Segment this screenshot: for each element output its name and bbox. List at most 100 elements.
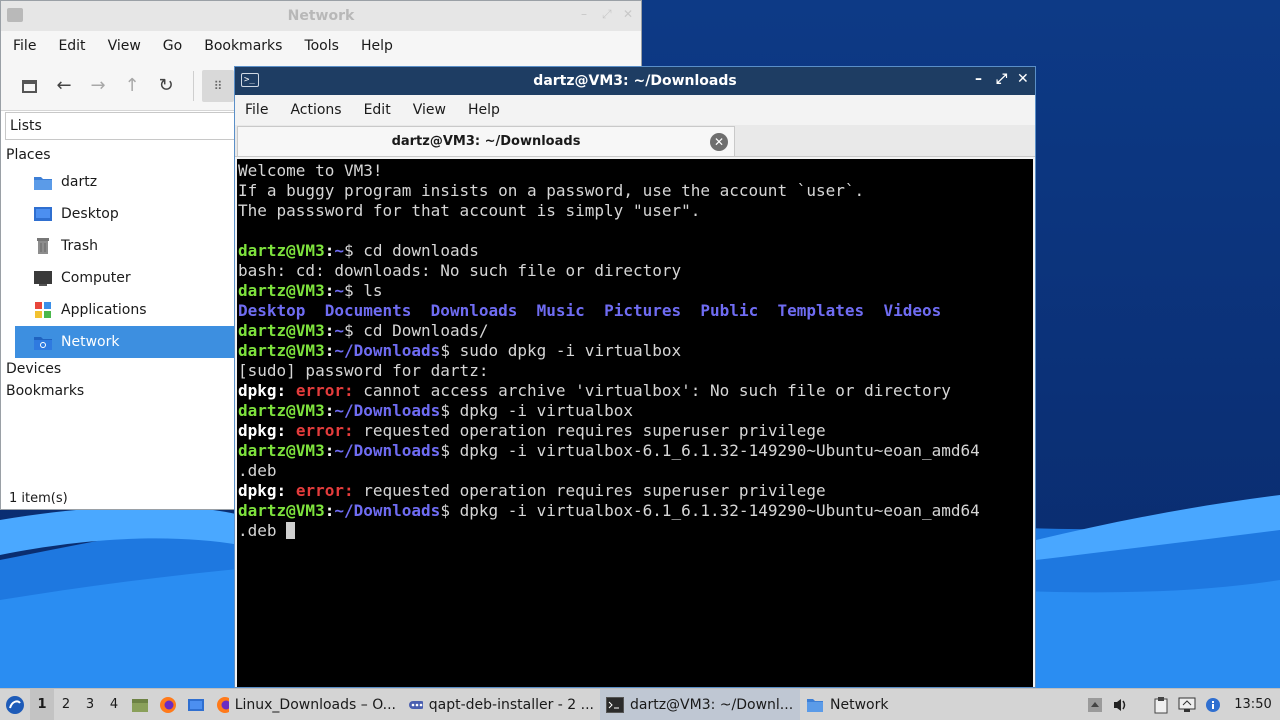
maximize-icon[interactable]: ⤢: [996, 71, 1007, 87]
sidebar-item-applications[interactable]: Applications: [15, 294, 235, 326]
terminal-line: [sudo] password for dartz:: [238, 361, 1033, 381]
close-icon[interactable]: ✕: [1017, 71, 1029, 87]
window-title: Network: [287, 8, 355, 24]
forward-button[interactable]: →: [81, 69, 115, 103]
tray-volume[interactable]: [1108, 689, 1134, 720]
menu-bookmarks[interactable]: Bookmarks: [204, 38, 282, 54]
arrow-left-icon: ←: [56, 75, 72, 96]
sidebar-item-label: Network: [61, 334, 120, 350]
terminal-text: dpkg:: [238, 481, 287, 500]
task-network[interactable]: Network: [800, 689, 910, 720]
volume-icon: [1114, 698, 1126, 711]
terminal-text: :: [324, 501, 335, 520]
terminal-text: dartz@VM3: [238, 501, 325, 520]
firefox-icon: [160, 696, 176, 713]
menu-actions[interactable]: Actions: [290, 102, 341, 118]
task-terminal[interactable]: dartz@VM3: ~/Downl...: [600, 688, 800, 720]
sidebar-item-trash[interactable]: Trash: [15, 230, 235, 262]
maximize-icon[interactable]: ⤢: [602, 7, 612, 22]
desktop-icon: [34, 207, 52, 221]
workspace-4[interactable]: 4: [102, 689, 126, 720]
minimize-icon[interactable]: –: [581, 7, 587, 21]
arrow-up-icon: ↑: [124, 75, 140, 96]
workspace-3[interactable]: 3: [78, 689, 102, 720]
quicklaunch-firefox[interactable]: [154, 689, 182, 720]
tray-spacer: [1134, 689, 1148, 720]
up-button[interactable]: ↑: [115, 69, 149, 103]
menu-help[interactable]: Help: [468, 102, 500, 118]
terminal-cursor: [286, 522, 296, 539]
window-title: dartz@VM3: ~/Downloads: [533, 73, 737, 89]
close-icon[interactable]: ✕: [623, 7, 633, 21]
terminal-text: :: [324, 401, 335, 420]
new-tab-button[interactable]: [13, 69, 47, 103]
sidebar-item-computer[interactable]: Computer: [15, 262, 235, 294]
task-firefox[interactable]: Linux_Downloads – O...: [210, 689, 402, 720]
task-qapt-installer[interactable]: qapt-deb-installer - 2 ...: [402, 689, 600, 720]
menu-view[interactable]: View: [108, 38, 141, 54]
terminal-text: requested operation requires superuser p…: [353, 421, 826, 440]
sidebar-item-label: dartz: [61, 174, 98, 190]
menu-view[interactable]: View: [413, 102, 446, 118]
file-manager-icon: [132, 698, 148, 712]
workspace-1[interactable]: 1: [30, 688, 54, 720]
start-menu-button[interactable]: [0, 689, 30, 720]
reload-button[interactable]: ↻: [149, 69, 183, 103]
terminal-line: Welcome to VM3!: [238, 161, 1033, 181]
terminal-text: :: [324, 241, 335, 260]
sidebar-item-desktop[interactable]: Desktop: [15, 198, 235, 230]
menu-edit[interactable]: Edit: [364, 102, 391, 118]
terminal-text: dartz@VM3: [238, 241, 325, 260]
tray-network[interactable]: [1174, 689, 1200, 720]
home-folder-icon: [34, 177, 52, 190]
back-button[interactable]: ←: [47, 69, 81, 103]
minimize-icon[interactable]: –: [975, 71, 982, 87]
terminal-output[interactable]: Welcome to VM3! If a buggy program insist…: [237, 159, 1033, 687]
menu-help[interactable]: Help: [361, 38, 393, 54]
tray-updates[interactable]: [1082, 689, 1108, 720]
terminal-text: If a buggy program insists on a password…: [238, 181, 865, 200]
lubuntu-logo-icon: [6, 695, 24, 714]
quicklaunch-show-desktop[interactable]: [182, 689, 210, 720]
folder-icon: [807, 698, 823, 712]
task-label: Linux_Downloads – O...: [234, 696, 396, 713]
tab-terminal[interactable]: dartz@VM3: ~/Downloads ✕: [237, 126, 735, 156]
menu-file[interactable]: File: [13, 38, 36, 54]
tray-clipboard[interactable]: [1148, 689, 1174, 720]
show-desktop-icon: [188, 698, 204, 711]
terminal-tabbar: dartz@VM3: ~/Downloads ✕: [235, 125, 1035, 157]
terminal-line: dartz@VM3:~/Downloads$ sudo dpkg -i virt…: [238, 341, 1033, 361]
sidebar-item-dartz[interactable]: dartz: [15, 166, 235, 198]
terminal-line: dpkg: error: requested operation require…: [238, 421, 1033, 441]
clock[interactable]: 13:50: [1226, 697, 1280, 712]
menu-go[interactable]: Go: [163, 38, 182, 54]
folder-icon: [7, 8, 23, 22]
terminal-text: dartz@VM3: [238, 281, 325, 300]
workspace-2[interactable]: 2: [54, 689, 78, 720]
network-monitor-icon: [1178, 697, 1196, 712]
task-label: Network: [830, 696, 889, 713]
sidebar-item-network[interactable]: Network: [15, 326, 235, 358]
quicklaunch-file-manager[interactable]: [126, 689, 154, 720]
close-tab-icon[interactable]: ✕: [710, 133, 728, 151]
terminal-text: Downloads: [430, 301, 518, 320]
icon-view-button[interactable]: ⠿: [202, 69, 234, 102]
menu-edit[interactable]: Edit: [58, 38, 85, 54]
menu-tools[interactable]: Tools: [304, 38, 339, 54]
file-manager-titlebar[interactable]: Network – ⤢ ✕: [1, 1, 641, 31]
tray-info[interactable]: [1200, 689, 1226, 720]
terminal-text: :: [324, 441, 335, 460]
terminal-line: dpkg: error: requested operation require…: [238, 481, 1033, 501]
terminal-text: Documents: [324, 301, 412, 320]
terminal-text: ~: [334, 281, 344, 300]
menu-file[interactable]: File: [245, 102, 268, 118]
terminal-text: $ dpkg -i virtualbox-6.1_6.1.32-149290~U…: [440, 441, 980, 460]
terminal-text: $ cd downloads: [343, 241, 479, 260]
terminal-text: bash: cd: downloads: No such file or dir…: [238, 261, 682, 280]
terminal-titlebar[interactable]: >_ dartz@VM3: ~/Downloads – ⤢ ✕: [235, 67, 1035, 95]
